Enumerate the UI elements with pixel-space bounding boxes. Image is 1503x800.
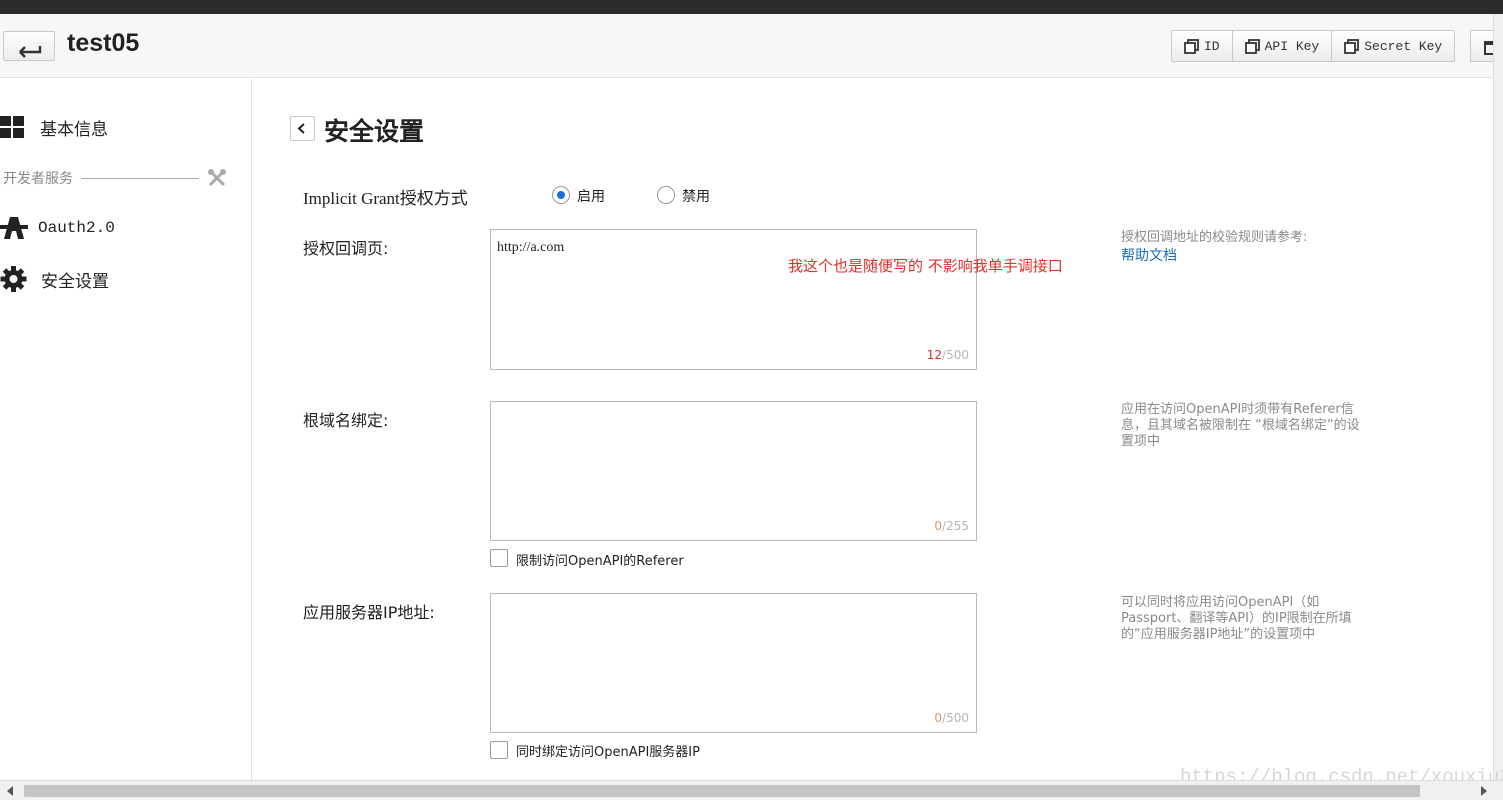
server-ip-checkbox[interactable] [490,741,508,759]
scroll-left-icon[interactable] [6,786,14,796]
section-divider [81,177,199,179]
sidebar-item-basic-info[interactable]: 基本信息 [0,115,108,140]
section-label: 开发者服务 [3,171,73,187]
section-developer-services: 开发者服务 [3,168,227,188]
radio-disable-label: 禁用 [682,189,710,205]
callback-url-value: http://a.com [497,240,565,255]
referer-checkbox-label: 限制访问OpenAPI的Referer [516,554,684,569]
sidebar-item-label: 基本信息 [40,120,108,140]
horizontal-scrollbar[interactable] [0,780,1503,800]
sidebar-item-security[interactable]: 安全设置 [0,266,109,292]
callback-hint: 授权回调地址的校验规则请参考: 帮助文档 [1121,230,1371,264]
back-button[interactable] [3,31,55,61]
copy-id-label: ID [1204,38,1220,54]
radio-enable[interactable] [552,186,570,204]
main-content: 安全设置 Implicit Grant授权方式 启用 禁用 授权回调页: htt… [253,79,1493,780]
radio-disable[interactable] [657,186,675,204]
grid-icon [0,115,24,138]
copy-icon [1184,38,1199,54]
app-title: test05 [67,29,140,57]
app-header: test05 ID API Key Secret Key [0,14,1500,78]
server-ip-textarea[interactable]: 0/500 [490,593,977,733]
sidebar-item-oauth[interactable]: Oauth2.0 [0,216,115,240]
page-back-button[interactable] [290,116,315,141]
copy-api-key-label: API Key [1264,38,1320,54]
scrollbar-thumb[interactable] [24,785,1420,797]
server-ip-label: 应用服务器IP地址: [303,603,435,622]
callback-hint-text: 授权回调地址的校验规则请参考: [1121,230,1308,245]
copy-api-key-button[interactable]: API Key [1231,30,1333,62]
sidebar-item-label: 安全设置 [41,271,109,292]
copy-secret-key-button[interactable]: Secret Key [1331,30,1456,62]
copy-id-button[interactable]: ID [1171,30,1233,62]
vertical-scrollbar[interactable] [1493,14,1503,780]
scroll-right-icon[interactable] [1480,786,1488,796]
radio-enable-label: 启用 [577,189,605,205]
gear-icon [0,266,27,292]
page-title: 安全设置 [324,117,425,146]
server-ip-checkbox-label: 同时绑定访问OpenAPI服务器IP [516,745,700,760]
copy-icon [1344,38,1360,54]
copy-secret-key-label: Secret Key [1364,38,1443,54]
char-counter: 12/500 [926,348,969,362]
root-domain-hint: 应用在访问OpenAPI时须带有Referer信息，且其域名被限制在 “根域名绑… [1121,402,1360,449]
server-ip-hint: 可以同时将应用访问OpenAPI（如Passport、翻译等API）的IP限制在… [1121,595,1352,642]
root-domain-label: 根域名绑定: [303,411,389,430]
implicit-grant-label: Implicit Grant授权方式 [303,189,468,208]
char-counter: 0/255 [934,519,969,533]
sidebar: 基本信息 开发者服务 Oauth2.0 安全设置 [0,79,252,780]
return-icon [19,46,42,58]
annotation-note: 我这个也是随便写的 不影响我单手调接口 [788,257,1063,275]
window-top-bar [0,0,1503,14]
sidebar-item-label: Oauth2.0 [38,219,115,237]
referer-checkbox[interactable] [490,549,508,567]
chevron-left-icon [297,123,305,134]
road-icon [0,217,28,239]
credential-buttons: ID API Key Secret Key [1171,30,1456,62]
callback-label: 授权回调页: [303,239,389,258]
tools-icon [208,169,226,187]
copy-icon [1244,38,1260,54]
help-doc-link[interactable]: 帮助文档 [1121,248,1371,264]
root-domain-textarea[interactable]: 0/255 [490,401,977,541]
char-counter: 0/500 [934,711,969,725]
callback-url-textarea[interactable]: http://a.com 12/500 [490,229,977,370]
